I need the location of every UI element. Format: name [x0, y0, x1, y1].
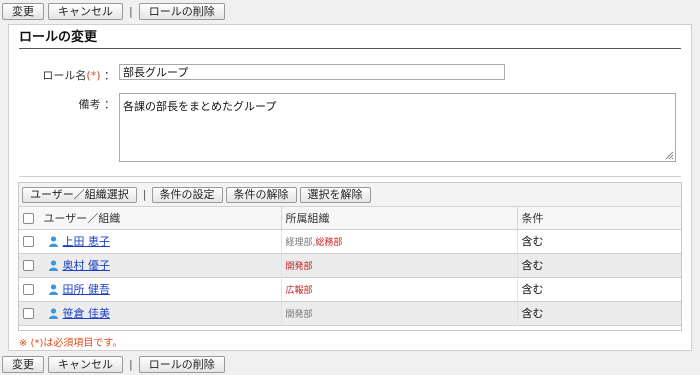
- remarks-label: 備考: [78, 98, 101, 111]
- user-link[interactable]: 奥村 優子: [63, 259, 111, 272]
- select-all-checkbox[interactable]: [23, 213, 34, 225]
- label-colon: ：: [104, 98, 115, 111]
- delete-role-button[interactable]: ロールの削除: [138, 355, 225, 373]
- table-row: 笹倉 佳美 開発部 含む: [19, 301, 681, 325]
- user-icon: [48, 307, 58, 319]
- role-name-input[interactable]: [119, 64, 505, 80]
- top-toolbar: 変更 キャンセル | ロールの削除: [2, 2, 229, 20]
- org-primary: 開発部: [285, 261, 313, 272]
- role-name-label: ロール名: [42, 69, 87, 82]
- row-checkbox[interactable]: [23, 259, 34, 271]
- condition-cell: 含む: [516, 277, 681, 301]
- cancel-button[interactable]: キャンセル: [48, 355, 123, 373]
- table-row: 上田 恵子 経理部,総務部 含む: [19, 229, 681, 253]
- delete-role-button[interactable]: ロールの削除: [138, 2, 225, 20]
- section-divider: [19, 176, 681, 177]
- role-name-label-row: ロール名(*) ：: [29, 67, 115, 83]
- header-user-org: ユーザー／組織: [19, 207, 282, 230]
- header-user-org-label: ユーザー／組織: [43, 211, 121, 225]
- org-primary: 総務部: [315, 237, 343, 248]
- resize-grip-icon[interactable]: [665, 151, 674, 160]
- table-header-row: ユーザー／組織 所属組織 条件: [19, 207, 681, 230]
- toolbar-separator: |: [129, 4, 133, 18]
- condition-cell: 含む: [516, 253, 681, 277]
- user-icon: [48, 259, 58, 271]
- org-secondary: 開発部: [285, 309, 313, 320]
- clear-condition-button[interactable]: 条件の解除: [225, 186, 297, 203]
- change-button[interactable]: 変更: [2, 355, 44, 373]
- bottom-toolbar: 変更 キャンセル | ロールの削除: [2, 355, 229, 373]
- grid-toolbar: ユーザー／組織選択 | 条件の設定 条件の解除 選択を解除: [19, 183, 681, 207]
- header-condition: 条件: [517, 207, 681, 230]
- required-note: ※ (*)は必須項目です。: [19, 338, 123, 349]
- remarks-label-row: 備考 ：: [29, 96, 116, 112]
- clear-selection-button[interactable]: 選択を解除: [299, 186, 371, 203]
- org-secondary: 経理部,: [285, 237, 316, 248]
- required-mark: (*): [86, 69, 101, 82]
- toolbar-separator: |: [129, 357, 133, 371]
- grid-toolbar-separator: |: [142, 188, 147, 201]
- user-link[interactable]: 上田 恵子: [63, 235, 111, 248]
- table-row: 田所 健吾 広報部 含む: [19, 277, 681, 301]
- row-checkbox[interactable]: [23, 235, 34, 247]
- row-checkbox[interactable]: [23, 307, 34, 319]
- user-link[interactable]: 笹倉 佳美: [63, 307, 111, 320]
- select-user-org-button[interactable]: ユーザー／組織選択: [22, 186, 137, 203]
- cancel-button[interactable]: キャンセル: [48, 2, 123, 20]
- role-edit-panel: ロールの変更 ロール名(*) ： 備考 ： 各課の部長をまとめたグループ ユーザ…: [8, 24, 692, 351]
- member-grid: ユーザー／組織選択 | 条件の設定 条件の解除 選択を解除 ユーザー／組織 所属…: [18, 182, 682, 331]
- org-primary: 広報部: [285, 285, 313, 296]
- member-table: ユーザー／組織 所属組織 条件 上田 恵子 経理部,総務部 含む 奥村 優子 開…: [19, 207, 681, 326]
- user-icon: [48, 283, 58, 295]
- set-condition-button[interactable]: 条件の設定: [151, 186, 223, 203]
- label-colon: ：: [104, 69, 115, 82]
- row-checkbox[interactable]: [23, 283, 34, 295]
- header-org: 所属組織: [281, 207, 518, 230]
- change-button[interactable]: 変更: [2, 2, 44, 20]
- user-icon: [48, 235, 58, 247]
- condition-cell: 含む: [516, 229, 681, 253]
- user-link[interactable]: 田所 健吾: [63, 283, 111, 296]
- page-title: ロールの変更: [19, 29, 681, 49]
- table-row: 奥村 優子 開発部 含む: [19, 253, 681, 277]
- remarks-textarea[interactable]: 各課の部長をまとめたグループ: [119, 93, 676, 162]
- condition-cell: 含む: [516, 301, 681, 325]
